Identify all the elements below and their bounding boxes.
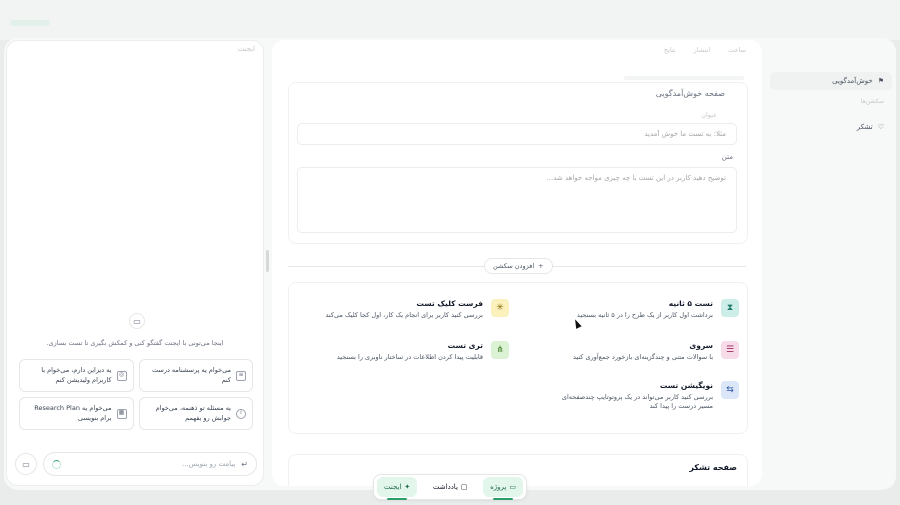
info-icon: i [236, 408, 246, 419]
test-type-name: تست ۵ ثانیه [668, 299, 713, 308]
heart-icon: ♡ [877, 123, 884, 131]
title-field-label: عنوان [701, 111, 717, 119]
note-icon: ▢ [460, 483, 468, 491]
route-icon: ⇆ [721, 381, 739, 399]
chat-panel-title: ایجنت [237, 45, 255, 53]
suggestion-label: یه مسئله تو ذهنمه، می‌خوام جوابش رو بفهم… [155, 404, 231, 422]
agent-chat-panel: ایجنت ▭ اینجا می‌تونی با ایجنت گفتگو کنی… [6, 40, 264, 486]
welcome-title-input[interactable] [297, 123, 737, 145]
chat-hint-text: اینجا می‌تونی با ایجنت گفتگو کنی و کمکش … [46, 339, 224, 347]
test-type-name: فرست کلیک تست [416, 299, 483, 308]
hourglass-icon: ⧗ [721, 299, 739, 317]
attach-folder-button[interactable]: ▭ [15, 453, 37, 475]
suggestion-card[interactable]: ▦ می‌خوام یه Research Plan برام بنویسی [19, 397, 134, 430]
sidebar-item-label: تشکر [856, 123, 873, 131]
suggestion-card[interactable]: ≡ می‌خوام یه پرسشنامه درست کنم [138, 359, 253, 392]
test-type-navigation[interactable]: ⇆ نویگیشن تست بررسی کنید کاربر می‌تواند … [553, 381, 739, 412]
flag-icon: ⚑ [877, 77, 884, 85]
test-type-desc: با سوالات متنی و چندگزینه‌ای بازخورد جمع… [572, 353, 713, 361]
suggestion-label: می‌خوام یه Research Plan برام بنویسی [34, 404, 112, 422]
body-field-label: متن [721, 153, 733, 161]
loading-spinner-icon [52, 459, 61, 469]
panel-resize-handle[interactable] [266, 250, 269, 272]
tree-icon: ⋔ [491, 341, 509, 359]
send-icon[interactable]: ↵ [241, 460, 248, 469]
suggestion-card[interactable]: i یه مسئله تو ذهنمه، می‌خوام جوابش رو بف… [138, 397, 253, 430]
nav-label: ایجنت [384, 483, 402, 491]
folder-icon: ▭ [509, 483, 516, 491]
sidebar-item-thanks[interactable]: ♡ تشکر [849, 118, 892, 136]
test-type-desc: بررسی کنید کاربر می‌تواند در یک پروتوتای… [561, 393, 713, 411]
test-type-desc: برداشت اول کاربر از یک طرح را در ۵ ثانیه… [576, 311, 713, 319]
folder-icon: ▭ [22, 459, 30, 469]
test-type-survey[interactable]: ☰ سروی با سوالات متنی و چندگزینه‌ای بازخ… [573, 341, 739, 362]
test-type-desc: بررسی کنید کاربر برای انجام یک کار، اول … [325, 311, 483, 319]
top-bar [0, 0, 900, 40]
sparkle-icon: ✦ [404, 483, 411, 491]
suggestion-grid: ≡ می‌خوام یه پرسشنامه درست کنم ◎ یه دیزا… [19, 359, 253, 430]
test-editor: ساخت انتشار نتایج صفحه خوش‌آمدگویی عنوان… [272, 40, 762, 486]
add-section-label: افزودن سکشن [493, 262, 535, 270]
click-burst-icon: ✳ [491, 299, 509, 317]
welcome-page-title: صفحه خوش‌آمدگویی [655, 89, 725, 98]
target-icon: ◎ [116, 370, 127, 381]
welcome-page-card: صفحه خوش‌آمدگویی عنوان متن [288, 82, 748, 244]
nav-project-button[interactable]: ▭ پروژه [483, 477, 523, 500]
tab-results[interactable]: نتایج [664, 46, 676, 54]
test-type-tree[interactable]: ⋔ تری تست قابلیت پیدا کردن اطلاعات در سا… [337, 341, 509, 362]
map-icon: ▦ [116, 408, 127, 419]
add-section-button[interactable]: + افزودن سکشن [484, 258, 553, 274]
editor-tabs: ساخت انتشار نتایج [664, 46, 746, 54]
sidebar-item-label: خوش‌آمدگویی [832, 77, 873, 85]
thanks-page-title: صفحه تشکر [689, 463, 737, 472]
test-type-name: تری تست [447, 341, 483, 350]
suggestion-label: یه دیزاین دارم، می‌خوام با کاربرام ولیدی… [41, 366, 112, 384]
top-progress-pill [10, 20, 50, 26]
test-type-first-click[interactable]: ✳ فرست کلیک تست بررسی کنید کاربر برای ان… [326, 299, 509, 320]
tab-publish[interactable]: انتشار [694, 46, 711, 54]
clipboard-icon: ≡ [236, 370, 246, 381]
chat-bubble-icon: ▭ [129, 313, 145, 329]
sidebar-item-welcome[interactable]: ⚑ خوش‌آمدگویی [770, 72, 892, 90]
suggestion-label: می‌خوام یه پرسشنامه درست کنم [151, 366, 231, 384]
test-type-name: نویگیشن تست [659, 381, 713, 390]
faint-placeholder-line [624, 76, 744, 80]
tab-build[interactable]: ساخت [728, 46, 746, 54]
chat-input-row: ▭ ↵ [15, 451, 257, 477]
sections-sidebar: ⚑ خوش‌آمدگویی سکشن‌ها ♡ تشکر [768, 40, 894, 486]
chat-input-box[interactable]: ↵ [43, 452, 257, 476]
nav-label: پروژه [490, 483, 507, 491]
test-type-5-second[interactable]: ⧗ تست ۵ ثانیه برداشت اول کاربر از یک طرح… [577, 299, 739, 320]
sidebar-sections-label: سکشن‌ها [860, 98, 884, 105]
test-type-name: سروی [689, 341, 713, 350]
nav-agent-button[interactable]: ✦ ایجنت [377, 477, 418, 500]
list-icon: ☰ [721, 341, 739, 359]
bottom-nav: ▭ پروژه ▢ یادداشت ✦ ایجنت [373, 474, 527, 500]
plus-icon: + [538, 262, 544, 270]
nav-notes-button[interactable]: ▢ یادداشت [426, 477, 475, 497]
test-type-picker: ⧗ تست ۵ ثانیه برداشت اول کاربر از یک طرح… [288, 282, 748, 434]
test-type-desc: قابلیت پیدا کردن اطلاعات در ساختار ناوبر… [336, 353, 483, 361]
nav-label: یادداشت [432, 483, 458, 491]
welcome-body-textarea[interactable] [297, 167, 737, 233]
suggestion-card[interactable]: ◎ یه دیزاین دارم، می‌خوام با کاربرام ولی… [19, 359, 134, 392]
chat-message-input[interactable] [67, 460, 236, 468]
